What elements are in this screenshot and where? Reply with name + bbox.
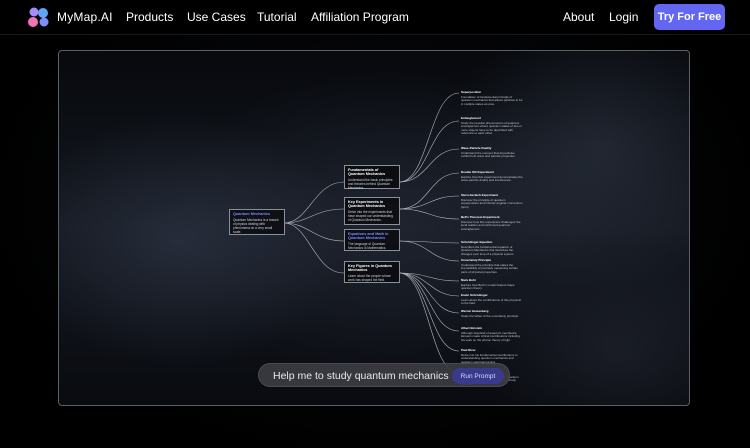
branch-desc: Delve into the experiments that have sha… [348,210,393,222]
leaf-item[interactable]: Entanglement Study the peculiar phenomeno… [461,116,523,136]
leaf-desc: Study the peculiar phenomenon of quantum… [461,120,522,136]
branch-title: Equations and Math in Quantum Mechanics [348,232,389,240]
branch-title: Key Figures in Quantum Mechanics [348,264,392,272]
run-prompt-button[interactable]: Run Prompt [452,368,504,384]
top-nav: MyMap.AI Products Use Cases Tutorial Aff… [0,0,750,35]
leaf-item[interactable]: Albert Einstein Although skeptical of qua… [461,326,523,342]
leaf-desc: Understand the principle that states the… [461,262,518,274]
mind-map-preview: Quantum Mechanics Quantum Mechanics is a… [58,50,690,406]
try-for-free-button[interactable]: Try For Free [654,4,725,30]
leaf-item[interactable]: Superposition Foundation of fundamental p… [461,90,523,106]
nav-login[interactable]: Login [609,10,638,24]
leaf-item[interactable]: Bell's Theorem Experiment Discover how th… [461,215,523,231]
leaf-desc: Discover the principle of quantum superp… [461,197,523,209]
branch-node[interactable]: Equations and Math in Quantum Mechanics … [344,229,400,251]
branch-title: Key Experiments in Quantum Mechanics [348,200,386,208]
root-node[interactable]: Quantum Mechanics Quantum Mechanics is a… [229,209,285,235]
leaf-item[interactable]: Stern-Gerlach Experiment Discover the pri… [461,193,523,209]
branch-desc: Understand the basic principles and theo… [348,178,393,190]
branch-desc: Learn about the people whose work has sh… [348,274,391,282]
branch-node[interactable]: Key Figures in Quantum Mechanics Learn a… [344,261,400,283]
leaf-item[interactable]: Schrödinger Equation Describes the fundam… [461,240,523,256]
brand-name[interactable]: MyMap.AI [57,10,113,24]
leaf-item[interactable]: Erwin Schrödinger Learn about the contrib… [461,293,523,306]
leaf-desc: Explore how this experiment demonstrates… [461,174,523,183]
nav-products[interactable]: Products [126,10,173,24]
leaf-item[interactable]: Wave-Particle Duality Understand the conc… [461,146,523,159]
nav-use-cases[interactable]: Use Cases [187,10,246,24]
branch-node[interactable]: Fundamentals of Quantum Mechanics Unders… [344,165,400,190]
nav-about[interactable]: About [563,10,594,24]
leaf-item[interactable]: Werner Heisenberg Study the father of the… [461,309,523,318]
leaf-desc: Although skeptical of quantum mechanics,… [461,330,520,342]
branch-title: Fundamentals of Quantum Mechanics [348,168,386,176]
leaf-desc: Describes the fundamental equation of Qu… [461,244,515,256]
branch-desc: The language of Quantum Mechanics is Mat… [348,242,387,250]
prompt-bar[interactable]: Help me to study quantum mechanics Run P… [258,363,510,387]
leaf-desc: Foundation of fundamental principle of q… [461,94,523,106]
prompt-input[interactable]: Help me to study quantum mechanics [273,370,449,382]
logo-icon[interactable] [25,6,51,28]
leaf-desc: Understand the concept that all particle… [461,150,516,159]
leaf-item[interactable]: Niels Bohr Explore how Bohr's model helpe… [461,278,523,291]
nav-affiliation-program[interactable]: Affiliation Program [311,10,409,24]
branch-node[interactable]: Key Experiments in Quantum Mechanics Del… [344,197,400,225]
leaf-desc: Learn about the contributions of this ph… [461,297,522,306]
leaf-desc: Study the father of the uncertainty prin… [461,313,519,318]
root-node-title: Quantum Mechanics [233,212,271,216]
leaf-desc: Explore how Bohr's model helped shape qu… [461,282,515,291]
root-node-desc: Quantum Mechanics is a branch of physics… [233,218,279,234]
leaf-item[interactable]: Double Slit Experiment Explore how this e… [461,170,523,183]
leaf-desc: Discover how this experiment challenges … [461,219,521,231]
hero-section: Quantum Mechanics Quantum Mechanics is a… [0,36,750,448]
leaf-item[interactable]: Uncertainty Principle Understand the prin… [461,258,523,274]
nav-tutorial[interactable]: Tutorial [257,10,297,24]
